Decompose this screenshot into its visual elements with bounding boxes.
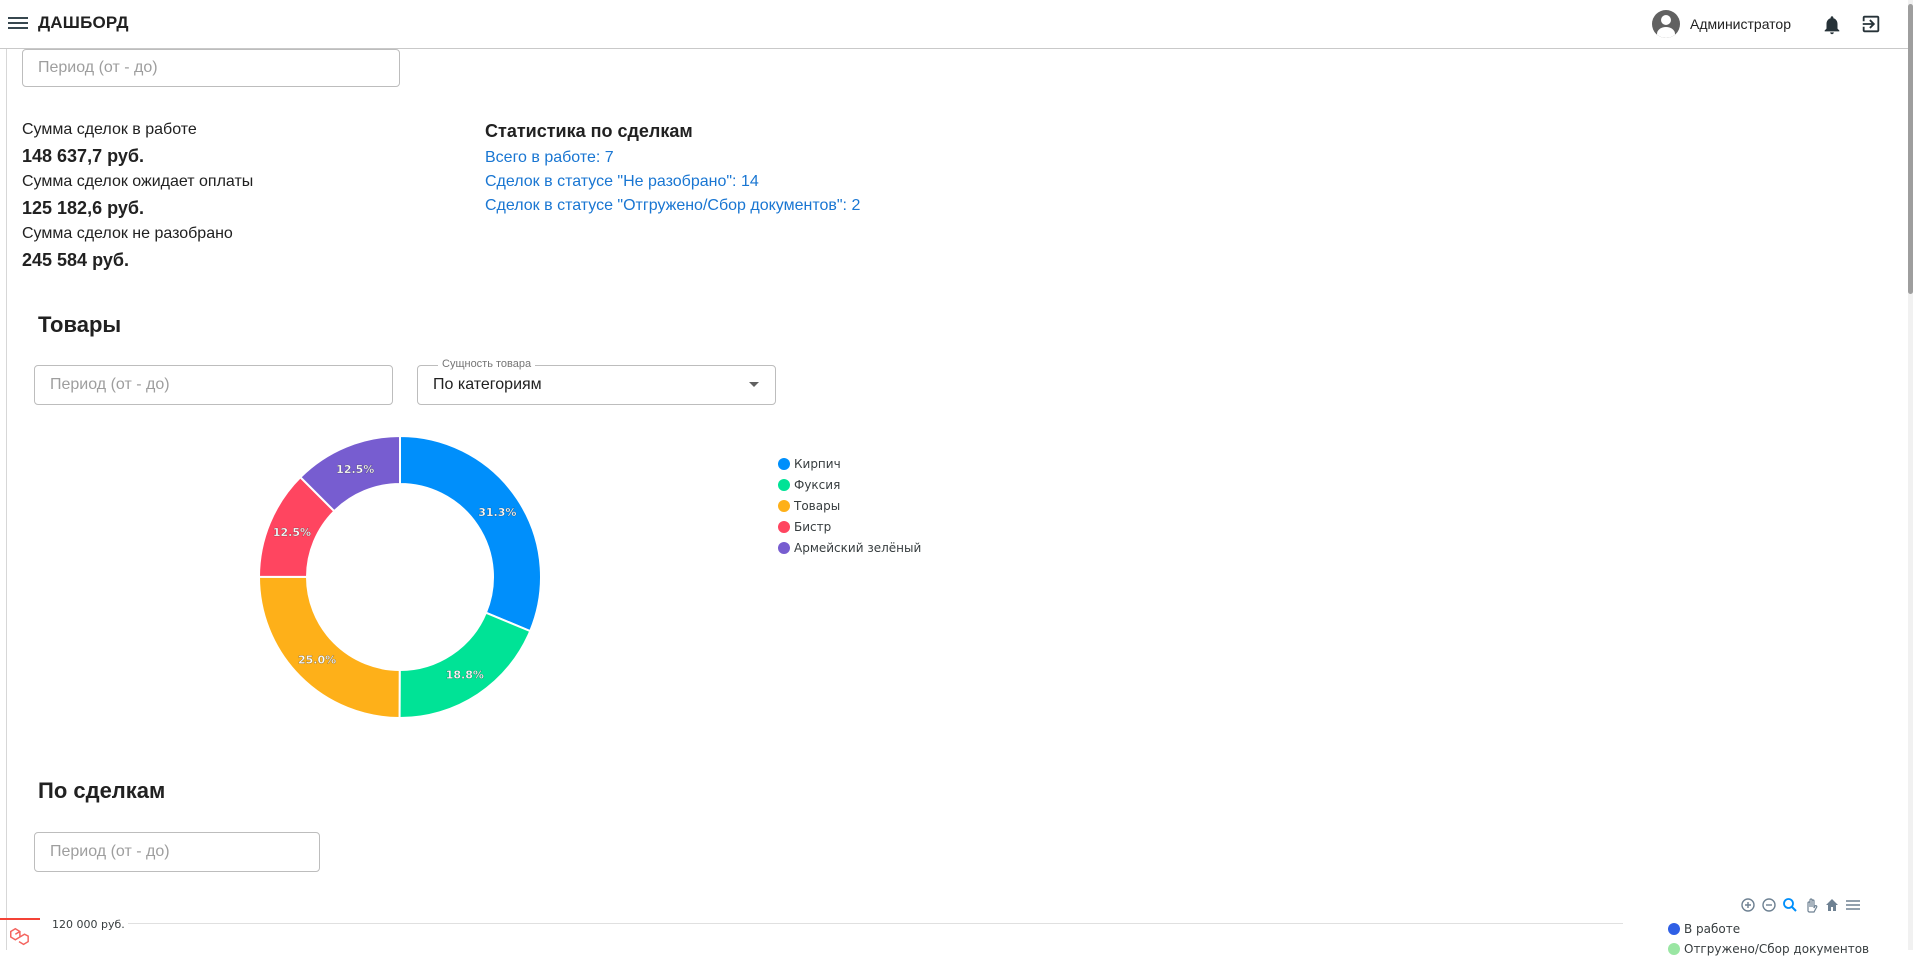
deals-chart-legend: В работе Отгружено/Сбор документов — [1668, 919, 1869, 959]
legend-item[interactable]: Товары — [778, 495, 921, 516]
laravel-debugbar-tab[interactable] — [0, 918, 40, 952]
page-title: ДАШБОРД — [38, 13, 129, 32]
selection-zoom-icon[interactable] — [1780, 895, 1800, 915]
legend-label: Отгружено/Сбор документов — [1684, 942, 1870, 956]
app-bar: ДАШБОРД Администратор — [0, 0, 1908, 49]
deal-stats-title: Статистика по сделкам — [485, 121, 693, 141]
stat-link-shipped[interactable]: Сделок в статусе "Отгружено/Сбор докумен… — [485, 197, 860, 215]
chart-toolbar — [1738, 895, 1864, 915]
donut-slice-2[interactable] — [257, 575, 401, 720]
legend-label: Кирпич — [794, 456, 841, 471]
sum-awaiting-payment-value: 125 182,6 руб. — [22, 198, 144, 218]
by-deals-section-title: По сделкам — [38, 778, 166, 803]
y-axis-tick-label: 120 000 руб. — [52, 918, 125, 931]
reset-home-icon[interactable] — [1822, 895, 1842, 915]
legend-label: Бистр — [794, 519, 832, 534]
stat-link-unsorted[interactable]: Сделок в статусе "Не разобрано": 14 — [485, 173, 759, 191]
legend-marker — [1668, 943, 1680, 955]
legend-item[interactable]: Кирпич — [778, 453, 921, 474]
legend-marker — [778, 499, 790, 512]
legend-label: Фуксия — [794, 477, 841, 492]
legend-marker — [778, 457, 790, 470]
laravel-icon — [10, 927, 29, 946]
grid-line — [128, 923, 1623, 924]
legend-marker — [778, 478, 790, 491]
legend-item[interactable]: Фуксия — [778, 474, 921, 495]
donut-data-label: 25.0% — [298, 654, 336, 667]
products-period-input[interactable]: Период (от - до) — [34, 365, 393, 405]
legend-label: Товары — [794, 498, 841, 513]
page-scrollbar[interactable] — [1908, 0, 1913, 950]
stat-link-in-work[interactable]: Всего в работе: 7 — [485, 149, 614, 167]
pan-hand-icon[interactable] — [1801, 895, 1821, 915]
by-deals-period-input[interactable]: Период (от - до) — [34, 832, 320, 872]
account-circle-icon — [1652, 10, 1680, 38]
legend-item-shipped[interactable]: Отгружено/Сбор документов — [1668, 939, 1869, 959]
legend-label: Армейский зелёный — [794, 540, 922, 555]
product-entity-value: По категориям — [433, 376, 542, 393]
legend-item[interactable]: Армейский зелёный — [778, 537, 921, 558]
products-donut-chart: 31.3% 18.8% 25.0% 12.5% 12.5% — [257, 434, 542, 720]
donut-data-label: 12.5% — [273, 526, 311, 539]
legend-marker — [1668, 923, 1680, 935]
sum-unsorted-label: Сумма сделок не разобрано — [22, 225, 233, 242]
deals-period-input[interactable]: Период (от - до) — [22, 49, 400, 87]
product-entity-select[interactable]: Сущность товара По категориям — [417, 357, 776, 405]
sum-awaiting-payment-label: Сумма сделок ожидает оплаты — [22, 173, 254, 190]
products-section-title: Товары — [38, 312, 122, 337]
user-name: Администратор — [1690, 16, 1792, 32]
zoom-out-icon[interactable] — [1759, 895, 1779, 915]
donut-data-label: 12.5% — [336, 463, 374, 476]
product-entity-label: Сущность товара — [438, 357, 536, 371]
chart-menu-icon[interactable] — [1843, 895, 1863, 915]
sum-unsorted-value: 245 584 руб. — [22, 250, 129, 270]
legend-label: В работе — [1684, 922, 1741, 936]
user-menu[interactable]: Администратор — [1652, 10, 1791, 38]
menu-icon[interactable] — [8, 14, 28, 34]
legend-item[interactable]: Бистр — [778, 516, 921, 537]
scrollbar-thumb[interactable] — [1908, 4, 1913, 294]
legend-item-in-work[interactable]: В работе — [1668, 919, 1869, 939]
sum-in-work-label: Сумма сделок в работе — [22, 121, 197, 138]
content-border — [6, 48, 7, 950]
bell-icon[interactable] — [1821, 14, 1843, 36]
products-chart-legend: Кирпич Фуксия Товары Бистр Армейский зелёный — [778, 453, 921, 558]
donut-slice-0[interactable] — [399, 434, 542, 633]
zoom-in-icon[interactable] — [1738, 895, 1758, 915]
legend-marker — [778, 541, 790, 554]
donut-data-label: 18.8% — [446, 668, 484, 681]
donut-slice-1[interactable] — [398, 611, 532, 719]
logout-icon[interactable] — [1860, 13, 1882, 35]
donut-data-label: 31.3% — [478, 506, 516, 519]
legend-marker — [778, 520, 790, 533]
sum-in-work-value: 148 637,7 руб. — [22, 146, 144, 166]
dropdown-caret-icon — [749, 382, 759, 387]
